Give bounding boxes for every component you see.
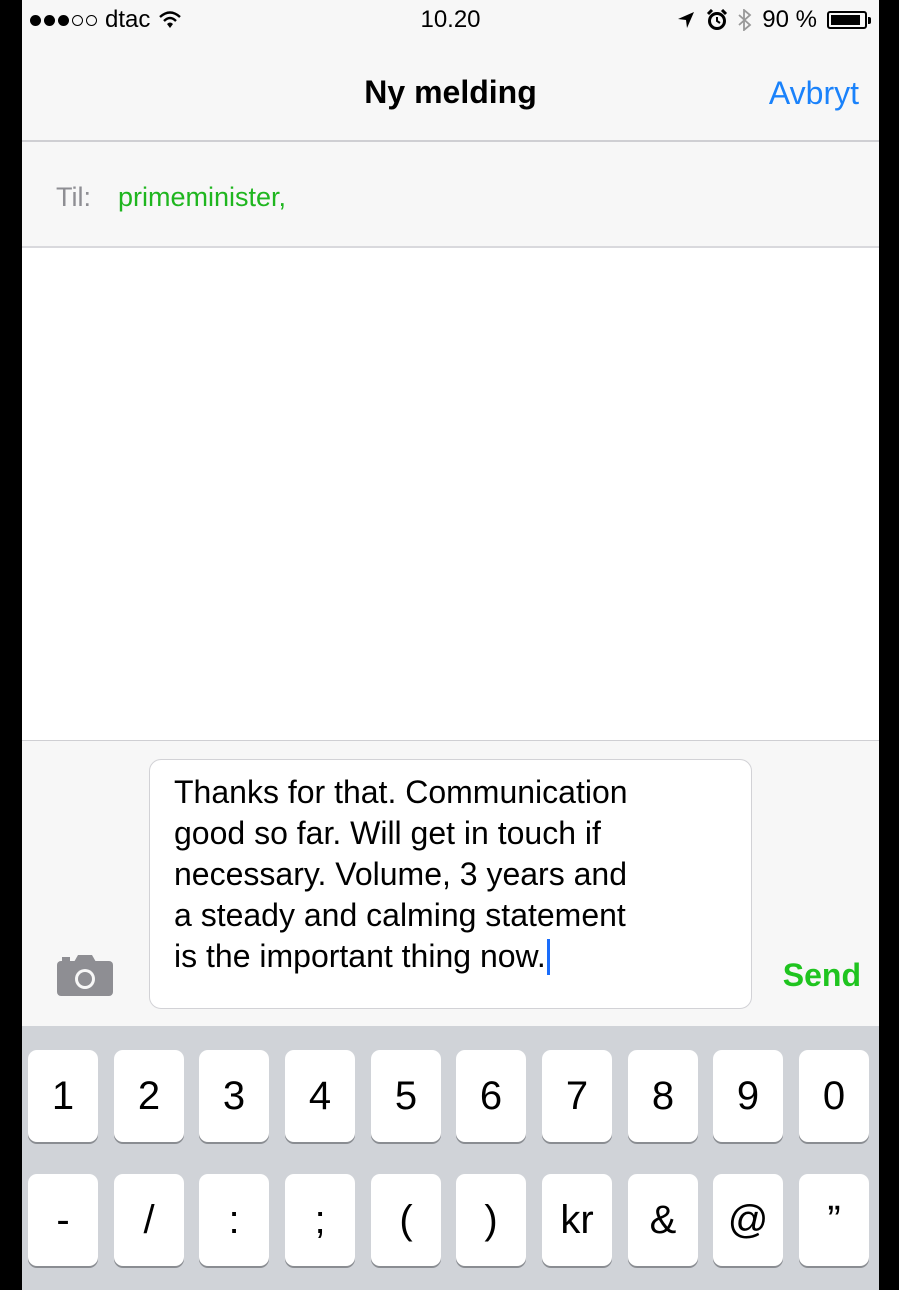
key-quote[interactable]: ” <box>799 1174 869 1266</box>
key-kr[interactable]: kr <box>542 1174 612 1266</box>
key-open-paren[interactable]: ( <box>371 1174 441 1266</box>
key-at[interactable]: @ <box>713 1174 783 1266</box>
status-right: 90 % <box>676 6 871 34</box>
to-label: Til: <box>56 182 91 212</box>
message-line: is the important thing now. <box>174 938 546 974</box>
keyboard: 1 2 3 4 5 6 7 8 9 0 - / : ; ( ) kr & @ ” <box>22 1026 879 1290</box>
battery-icon <box>827 11 871 29</box>
key-4[interactable]: 4 <box>285 1050 355 1142</box>
recipient-field[interactable]: Til: primeminister, <box>22 142 879 248</box>
key-close-paren[interactable]: ) <box>456 1174 526 1266</box>
key-9[interactable]: 9 <box>713 1050 783 1142</box>
camera-button[interactable] <box>56 953 114 997</box>
text-caret <box>546 939 550 975</box>
key-6[interactable]: 6 <box>456 1050 526 1142</box>
send-button[interactable]: Send <box>783 957 861 994</box>
navigation-bar: Ny melding Avbryt <box>22 40 879 142</box>
key-8[interactable]: 8 <box>628 1050 698 1142</box>
cancel-button[interactable]: Avbryt <box>769 75 859 112</box>
message-line: Thanks for that. Communication <box>174 774 628 810</box>
key-1[interactable]: 1 <box>28 1050 98 1142</box>
page-title: Ny melding <box>364 74 537 110</box>
message-last-line: is the important thing now. <box>174 936 733 977</box>
message-input[interactable]: Thanks for that. Communication good so f… <box>149 759 752 1009</box>
recipient-token[interactable]: primeminister, <box>118 182 286 213</box>
status-bar: dtac 10.20 90 % <box>22 0 879 40</box>
location-arrow-icon <box>678 12 695 28</box>
key-5[interactable]: 5 <box>371 1050 441 1142</box>
key-dash[interactable]: - <box>28 1174 98 1266</box>
message-line: a steady and calming statement <box>174 897 626 933</box>
key-0[interactable]: 0 <box>799 1050 869 1142</box>
key-2[interactable]: 2 <box>114 1050 184 1142</box>
message-line: good so far. Will get in touch if <box>174 815 601 851</box>
phone-screen: dtac 10.20 90 % Ny melding Avbryt Til: p… <box>22 0 879 1290</box>
key-colon[interactable]: : <box>199 1174 269 1266</box>
key-ampersand[interactable]: & <box>628 1174 698 1266</box>
compose-bar: Thanks for that. Communication good so f… <box>22 740 879 1026</box>
key-3[interactable]: 3 <box>199 1050 269 1142</box>
battery-percentage: 90 % <box>762 6 817 33</box>
camera-icon <box>57 955 113 996</box>
message-line: necessary. Volume, 3 years and <box>174 856 627 892</box>
key-7[interactable]: 7 <box>542 1050 612 1142</box>
alarm-clock-icon <box>707 9 728 30</box>
message-thread-area <box>22 248 879 740</box>
key-semicolon[interactable]: ; <box>285 1174 355 1266</box>
bluetooth-icon <box>738 9 752 31</box>
key-slash[interactable]: / <box>114 1174 184 1266</box>
